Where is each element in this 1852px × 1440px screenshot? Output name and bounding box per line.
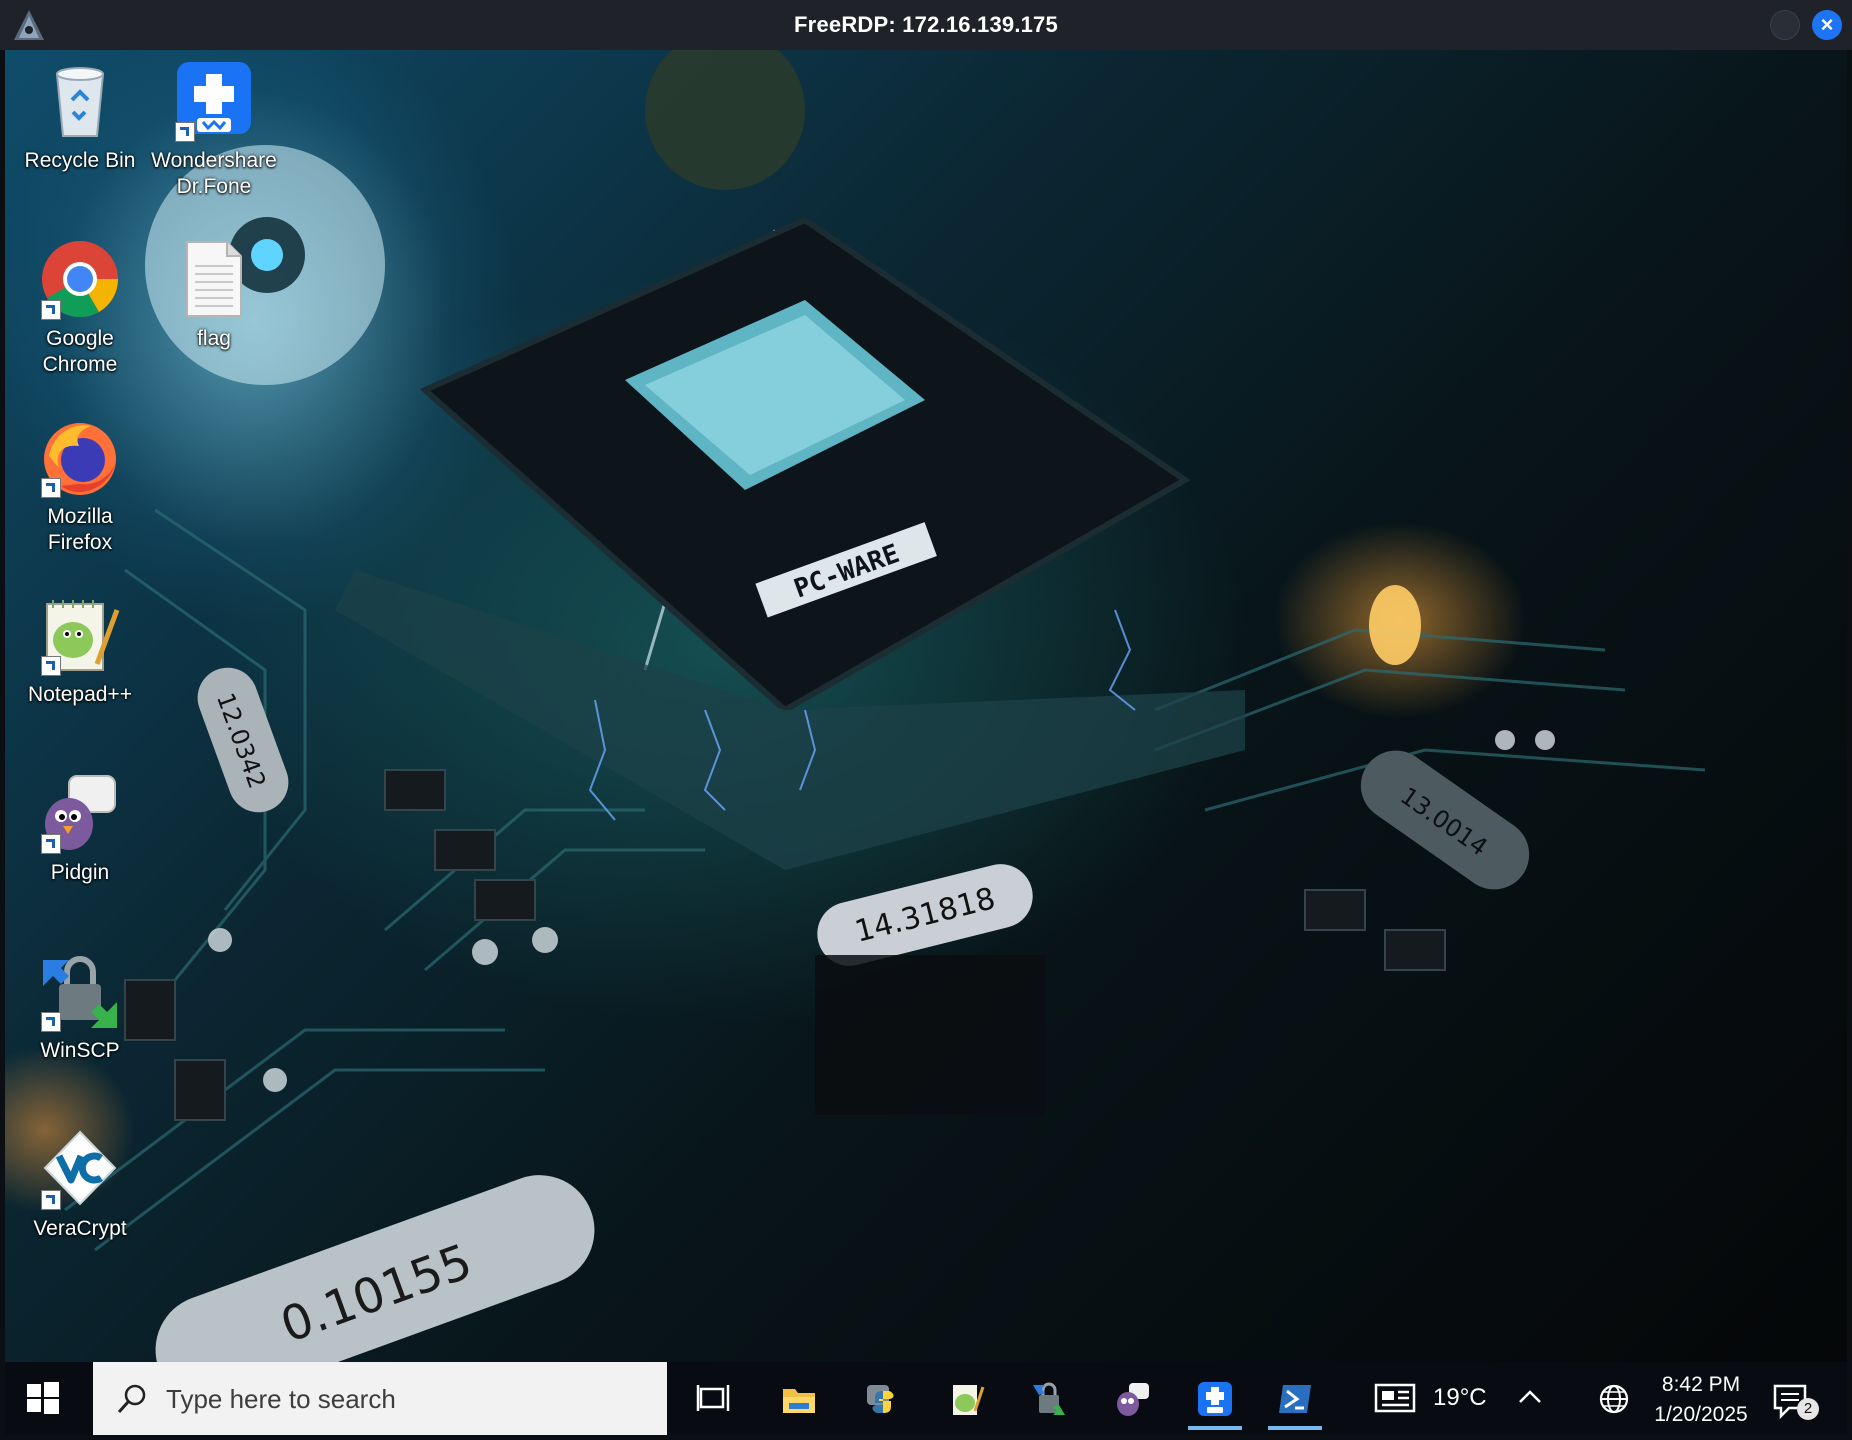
desktop-icon-label: flag [197, 327, 231, 350]
desktop-icon-label: Recycle Bin [24, 149, 136, 172]
file-explorer-icon [783, 1389, 815, 1413]
desktop-icon-label: Mozilla Firefox [47, 505, 113, 554]
powershell-icon [1279, 1385, 1311, 1413]
desktop-icon-label: Wondershare Dr.Fone [151, 149, 277, 198]
shortcut-arrow-icon [41, 1012, 61, 1032]
close-button[interactable]: × [1812, 10, 1842, 40]
recycle-bin-icon [55, 67, 105, 137]
text-file-icon [186, 241, 242, 317]
desktop-icon-label: WinSCP [40, 1039, 120, 1062]
taskbar-python[interactable] [852, 1370, 914, 1428]
taskbar-drfone[interactable] [1184, 1370, 1246, 1430]
desktop-icon-veracrypt[interactable]: VeraCrypt [13, 1128, 147, 1242]
taskbar-clock[interactable]: 8:42 PM 1/20/2025 [1645, 1370, 1757, 1430]
chevron-up-icon[interactable] [1515, 1382, 1545, 1412]
window-title: FreeRDP: 172.16.139.175 [794, 12, 1058, 37]
shortcut-arrow-icon [175, 122, 195, 142]
desktop-icon-google-chrome[interactable]: Google Chrome [13, 238, 147, 378]
minimize-button[interactable] [1770, 10, 1800, 40]
action-center-button[interactable]: 2 [1771, 1380, 1819, 1424]
taskbar-file-explorer[interactable] [768, 1370, 830, 1428]
desktop-icon-pidgin[interactable]: Pidgin [13, 772, 147, 886]
taskbar-task-view[interactable] [682, 1370, 744, 1428]
desktop[interactable]: PC-WARE 14.31818 12.0342 13.0014 0.10155 [5, 50, 1847, 1362]
desktop-icon-recycle-bin[interactable]: Recycle Bin [13, 60, 147, 174]
shortcut-arrow-icon [41, 656, 61, 676]
desktop-icon-label: VeraCrypt [33, 1217, 127, 1240]
search-icon [117, 1384, 146, 1414]
weather-news-icon[interactable] [1373, 1380, 1417, 1416]
desktop-icon-drfone[interactable]: Wondershare Dr.Fone [147, 60, 281, 200]
desktop-icon-label: Google Chrome [42, 327, 118, 376]
desktop-icon-mozilla-firefox[interactable]: Mozilla Firefox [13, 416, 147, 556]
globe-network-icon[interactable] [1597, 1382, 1631, 1416]
search-placeholder: Type here to search [166, 1384, 396, 1414]
desktop-icon-flag[interactable]: flag [147, 238, 281, 352]
task-view-icon [696, 1385, 730, 1411]
taskbar-search-box[interactable]: Type here to search [93, 1362, 667, 1435]
shortcut-arrow-icon [41, 834, 61, 854]
taskbar-pidgin[interactable] [1102, 1370, 1164, 1428]
desktop-icon-label: Pidgin [50, 861, 110, 884]
desktop-icon-label: Notepad++ [28, 683, 132, 706]
weather-temperature[interactable]: 19°C [1433, 1384, 1487, 1412]
shortcut-arrow-icon [41, 478, 61, 498]
wallpaper: PC-WARE 14.31818 12.0342 13.0014 0.10155 [64, 50, 1706, 1362]
shortcut-arrow-icon [41, 300, 61, 320]
clock-date: 1/20/2025 [1654, 1403, 1748, 1426]
window-titlebar: FreeRDP: 172.16.139.175 × [0, 0, 1852, 50]
notification-count-badge: 2 [1797, 1398, 1819, 1420]
python-icon [867, 1385, 894, 1413]
clock-time: 8:42 PM [1661, 1373, 1741, 1396]
desktop-icon-notepad-plus-plus[interactable]: Notepad++ [13, 594, 147, 708]
taskbar-winscp[interactable] [1018, 1370, 1080, 1428]
winscp-icon [1033, 1382, 1065, 1415]
desktop-icon-winscp[interactable]: WinSCP [13, 950, 147, 1064]
taskbar-notepad-plus-plus[interactable] [936, 1370, 998, 1428]
pidgin-icon [1117, 1383, 1149, 1416]
shortcut-arrow-icon [41, 1190, 61, 1210]
windows-start-icon[interactable] [25, 1380, 61, 1416]
taskbar: Type here to search 19°C 8:42 PM 1/20/20… [5, 1362, 1847, 1435]
taskbar-powershell[interactable] [1264, 1370, 1326, 1430]
drfone-icon [1198, 1382, 1232, 1416]
notepadpp-icon [953, 1385, 985, 1415]
